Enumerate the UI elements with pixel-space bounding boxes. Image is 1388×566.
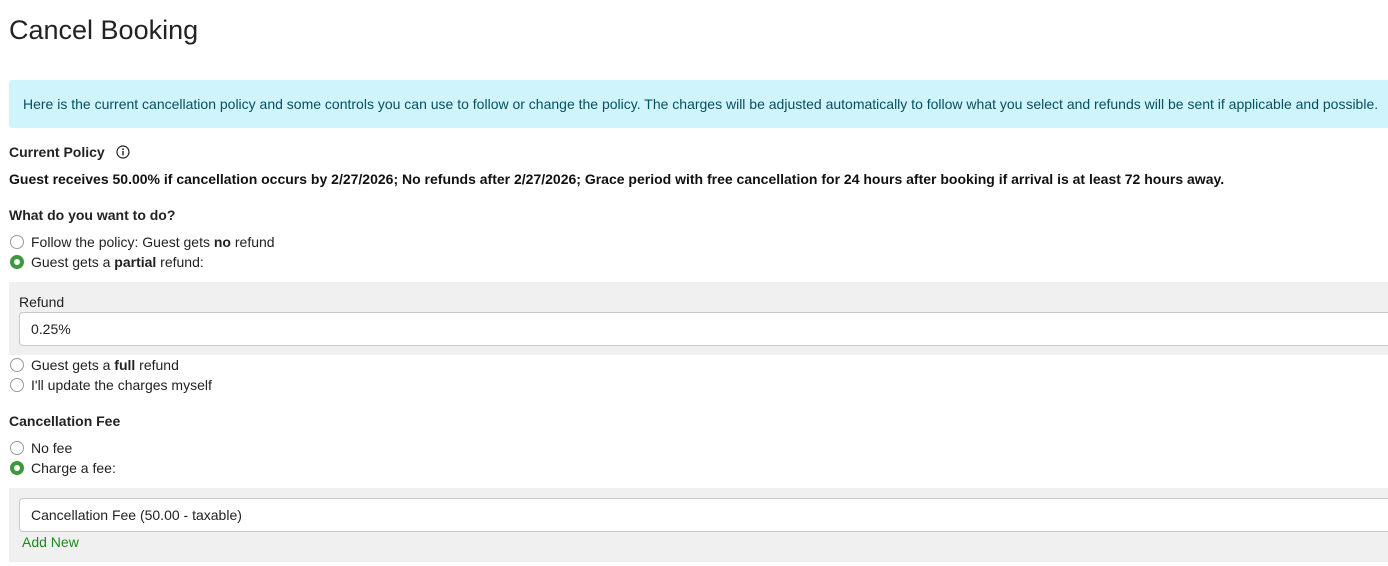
radio-button[interactable] (10, 378, 24, 392)
radio-label: Guest gets a full refund (31, 357, 179, 373)
radio-no-fee[interactable]: No fee (9, 438, 72, 458)
current-policy-heading: Current Policy (9, 143, 130, 161)
radio-button[interactable] (10, 358, 24, 372)
radio-refund-partial[interactable]: Guest gets a partial refund: (9, 252, 204, 272)
current-policy-heading-text: Current Policy (9, 144, 105, 160)
radio-update-charges-myself[interactable]: I'll update the charges myself (9, 375, 212, 395)
radio-label: Guest gets a partial refund: (31, 254, 204, 270)
radio-button[interactable] (10, 461, 24, 475)
info-alert: Here is the current cancellation policy … (9, 80, 1388, 128)
radio-label: I'll update the charges myself (31, 377, 212, 393)
radio-label: Charge a fee: (31, 460, 116, 476)
radio-button[interactable] (10, 441, 24, 455)
refund-options-heading: What do you want to do? (9, 207, 176, 223)
fee-select[interactable]: Cancellation Fee (50.00 - taxable) (19, 498, 1388, 532)
refund-input[interactable]: 0.25% (19, 312, 1388, 346)
refund-field-label: Refund (19, 294, 65, 310)
radio-button[interactable] (10, 235, 24, 249)
radio-charge-fee[interactable]: Charge a fee: (9, 458, 116, 478)
radio-label: Follow the policy: Guest gets no refund (31, 234, 275, 250)
radio-refund-full[interactable]: Guest gets a full refund (9, 355, 179, 375)
add-new-fee-link[interactable]: Add New (22, 534, 79, 550)
current-policy-text: Guest receives 50.00% if cancellation oc… (9, 171, 1225, 187)
radio-refund-none[interactable]: Follow the policy: Guest gets no refund (9, 232, 275, 252)
page-title: Cancel Booking (9, 15, 199, 45)
cancellation-fee-heading: Cancellation Fee (9, 413, 121, 429)
radio-label: No fee (31, 440, 73, 456)
info-circle-icon[interactable] (115, 145, 130, 159)
radio-button[interactable] (10, 255, 24, 269)
